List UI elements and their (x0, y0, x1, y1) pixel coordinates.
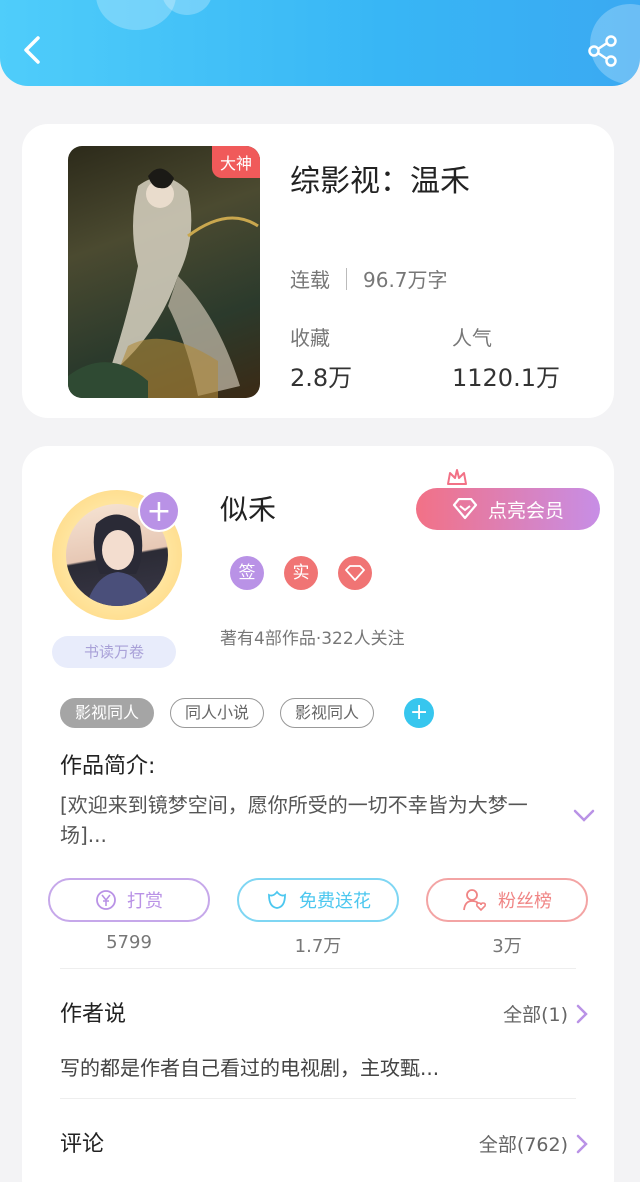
tip-label: 打赏 (127, 891, 163, 912)
tag-item[interactable]: 影视同人 (60, 698, 155, 728)
flower-icon (268, 890, 286, 909)
add-tag-button[interactable]: + (404, 698, 435, 728)
action-row: 打赏 5799 免费送花 1.7万 粉丝榜 3万 (48, 878, 588, 958)
comments-more-label: 全部(762) (478, 1134, 568, 1156)
tag-item[interactable]: 影视同人 (280, 698, 375, 728)
chevron-down-icon[interactable] (572, 808, 596, 824)
cover-illustration (68, 168, 259, 398)
author-says-text: 写的都是作者自己看过的电视剧，主攻甄... (60, 1056, 440, 1080)
fan-ranking-button[interactable]: 粉丝榜 (426, 878, 588, 922)
diamond-icon (452, 498, 478, 520)
scholar-badge: 书读万卷 (52, 636, 176, 668)
chevron-right-icon (576, 1004, 588, 1023)
tag-item[interactable]: 同人小说 (170, 698, 265, 728)
vip-button[interactable]: 点亮会员 (416, 488, 600, 530)
tag-list: 影视同人 同人小说 影视同人 + (60, 698, 435, 728)
back-button[interactable] (14, 30, 54, 70)
book-title: 综影视：温禾 (290, 164, 470, 199)
author-badges: 签 实 (230, 556, 372, 590)
book-word-count: 96.7万字 (363, 268, 448, 292)
diamond-badge (338, 556, 372, 590)
share-button[interactable] (586, 34, 620, 68)
yen-icon (96, 890, 116, 910)
popularity-value: 1120.1万 (452, 364, 560, 392)
fans-action: 粉丝榜 3万 (426, 878, 588, 958)
book-cover[interactable]: 大神 (68, 146, 260, 398)
author-says-more-label: 全部(1) (503, 1004, 568, 1026)
book-info-card: 大神 综影视：温禾 连载 96.7万字 收藏 2.8万 人气 1120.1万 (22, 124, 614, 418)
author-name: 似禾 (220, 493, 277, 526)
follow-plus-button[interactable]: + (138, 490, 180, 532)
chevron-left-icon (24, 36, 40, 64)
flower-count: 1.7万 (294, 936, 342, 957)
comments-heading: 评论 (60, 1132, 105, 1157)
book-meta: 连载 96.7万字 (290, 264, 448, 293)
favorites-value: 2.8万 (290, 364, 353, 392)
vip-button-label: 点亮会员 (487, 499, 564, 522)
fans-label: 粉丝榜 (498, 891, 552, 912)
diamond-icon (345, 565, 365, 581)
author-says-more-link[interactable]: 全部(1) (503, 1000, 588, 1027)
send-flower-button[interactable]: 免费送花 (237, 878, 399, 922)
popularity-label: 人气 (452, 326, 492, 350)
intro-heading: 作品简介: (60, 754, 156, 779)
divider (60, 968, 576, 969)
author-card: + 书读万卷 似禾 点亮会员 签 实 著有4部作品·322人关注 影视同人 同人… (22, 446, 614, 1182)
signed-badge: 签 (230, 556, 264, 590)
tip-action: 打赏 5799 (48, 878, 210, 958)
verified-badge: 实 (284, 556, 318, 590)
flower-action: 免费送花 1.7万 (237, 878, 399, 958)
fans-count: 3万 (492, 936, 522, 957)
cover-badge: 大神 (211, 146, 260, 178)
intro-text: [欢迎来到镜梦空间，愿你所受的一切不幸皆为大梦一场]... (60, 793, 528, 847)
author-stats: 著有4部作品·322人关注 (220, 629, 405, 649)
decor-bubble (96, 0, 176, 30)
meta-divider (346, 267, 347, 290)
author-says-heading: 作者说 (60, 1002, 127, 1027)
favorites-label: 收藏 (290, 326, 330, 350)
flower-label: 免费送花 (299, 891, 371, 912)
book-status: 连载 (290, 268, 330, 292)
tip-button[interactable]: 打赏 (48, 878, 210, 922)
divider (60, 1098, 576, 1099)
user-heart-icon (463, 889, 487, 912)
chevron-right-icon (576, 1134, 588, 1153)
comments-more-link[interactable]: 全部(762) (479, 1130, 588, 1157)
top-bar (0, 0, 640, 86)
crown-icon (447, 469, 467, 485)
tip-count: 5799 (106, 932, 152, 953)
share-icon (588, 35, 617, 67)
